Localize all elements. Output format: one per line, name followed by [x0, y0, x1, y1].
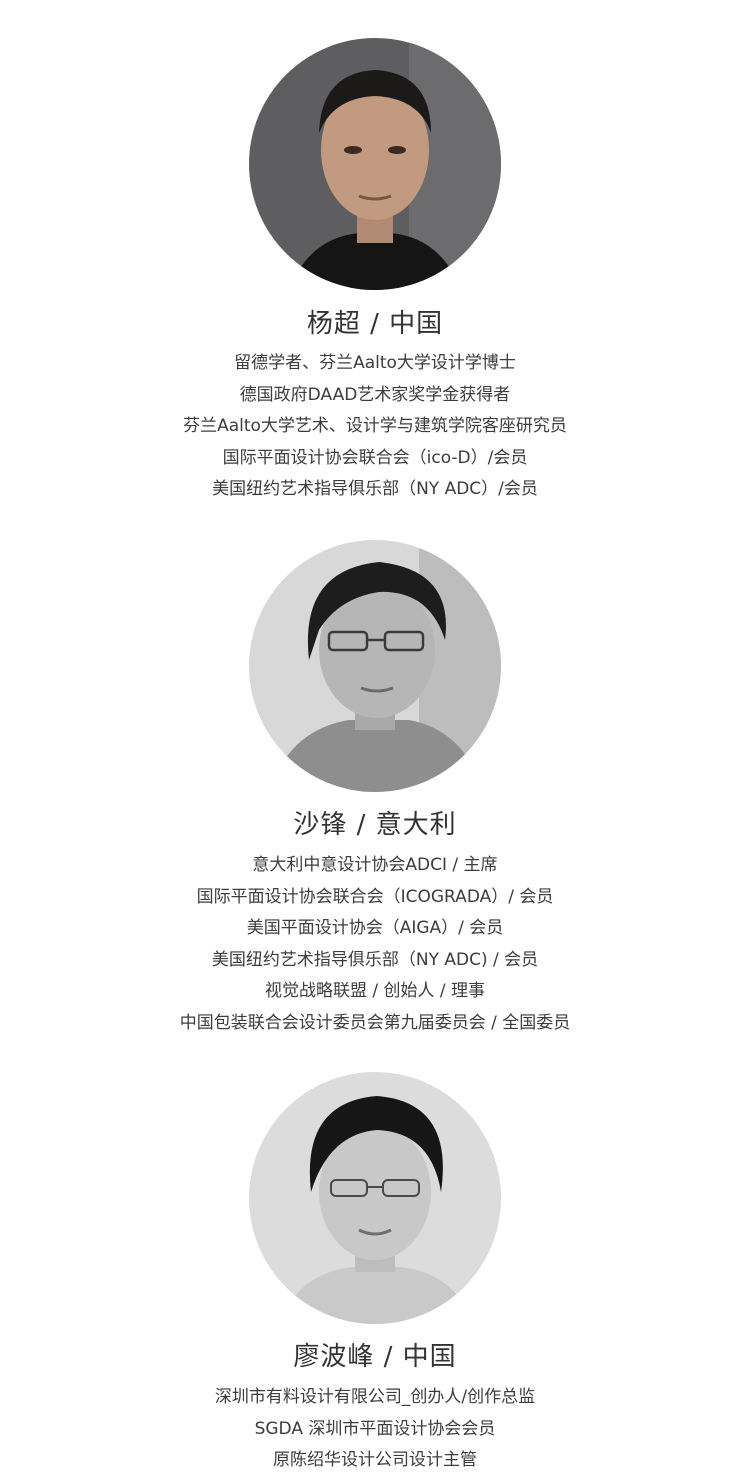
profile-photo	[249, 38, 501, 290]
credential-line: 意大利中意设计协会ADCI / 主席	[252, 855, 498, 875]
credential-line: 美国平面设计协会（AIGA）/ 会员	[246, 918, 504, 938]
profile-name: 廖波峰 / 中国	[293, 1342, 457, 1372]
profile-credentials: 深圳市有料设计有限公司_创办人/创作总监 SGDA 深圳市平面设计协会会员 原陈…	[0, 1382, 750, 1477]
credential-line: SGDA 深圳市平面设计协会会员	[254, 1418, 496, 1439]
profile-credentials: 留德学者、芬兰Aalto大学设计学博士 德国政府DAAD艺术家奖学金获得者 芬兰…	[0, 348, 750, 506]
credential-line: 中国包装联合会设计委员会第九届委员会 / 全国委员	[179, 1012, 571, 1033]
credential-line: 美国纽约艺术指导俱乐部（NY ADC) / 会员	[211, 949, 539, 970]
credential-line: 德国政府DAAD艺术家奖学金获得者	[239, 384, 511, 405]
profile-name: 杨超 / 中国	[306, 309, 444, 339]
profile-name: 沙锋 / 意大利	[293, 810, 457, 840]
credential-line: 国际平面设计协会联合会（ICOGRADA）/ 会员	[196, 886, 554, 907]
credential-line: 国际平面设计协会联合会（ico-D）/会员	[222, 447, 528, 468]
profile-photo	[249, 540, 501, 792]
credential-line: 美国纽约艺术指导俱乐部（NY ADC）/会员	[212, 479, 538, 499]
credential-line: 芬兰Aalto大学艺术、设计学与建筑学院客座研究员	[183, 416, 567, 436]
profile-photo	[249, 1072, 501, 1324]
credential-line: 原陈绍华设计公司设计主管	[273, 1450, 477, 1470]
credential-line: 深圳市有料设计有限公司_创办人/创作总监	[214, 1387, 536, 1407]
profile-credentials: 意大利中意设计协会ADCI / 主席 国际平面设计协会联合会（ICOGRADA）…	[0, 850, 750, 1039]
credential-line: 视觉战略联盟 / 创始人 / 理事	[264, 981, 486, 1001]
credential-line: 留德学者、芬兰Aalto大学设计学博士	[234, 353, 516, 373]
